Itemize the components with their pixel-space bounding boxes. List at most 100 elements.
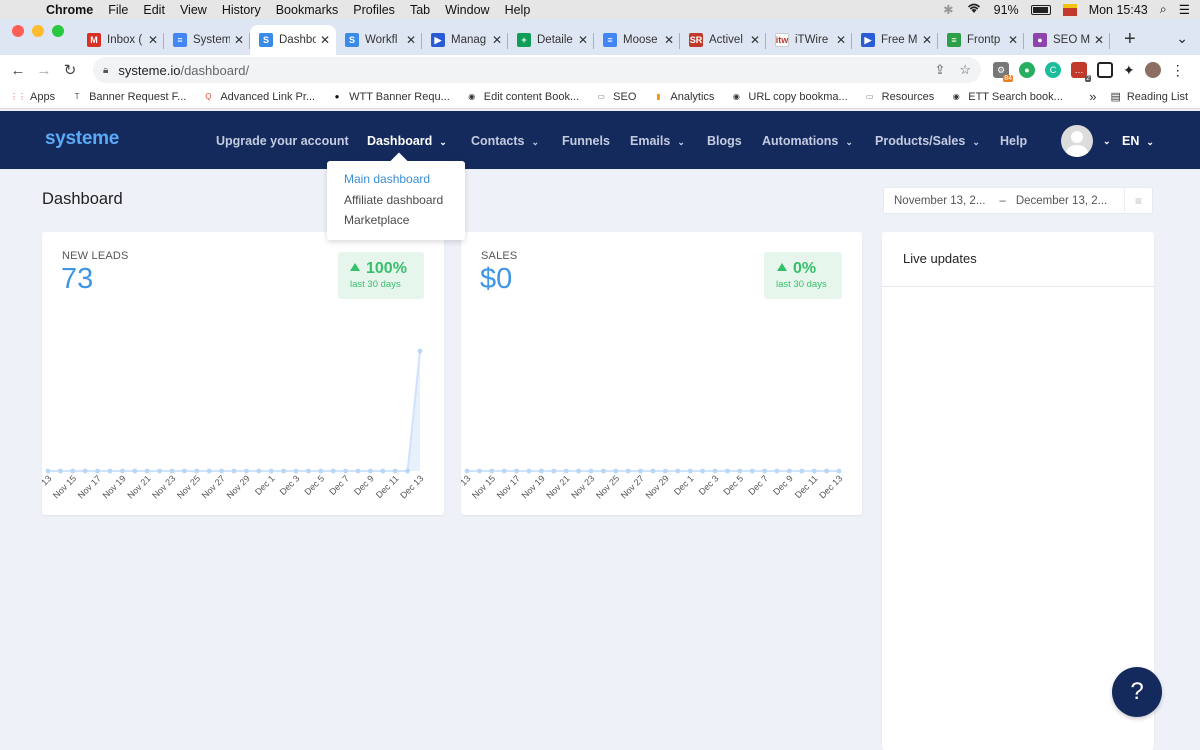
bookmark-item[interactable]: T Banner Request F... bbox=[71, 91, 187, 103]
puzzle-extensions-icon[interactable]: ✦ bbox=[1123, 62, 1135, 79]
extension-square-icon[interactable] bbox=[1097, 62, 1113, 78]
flag-icon[interactable] bbox=[1062, 3, 1077, 16]
tab-close-icon[interactable]: ✕ bbox=[234, 33, 244, 47]
tab-close-icon[interactable]: ✕ bbox=[836, 33, 846, 47]
bookmark-item[interactable]: ⋮⋮ Apps bbox=[10, 91, 55, 103]
folder-icon: ▭ bbox=[865, 92, 874, 101]
bookmark-star-icon[interactable]: ☆ bbox=[959, 62, 971, 78]
bookmark-item[interactable]: ▭ Resources bbox=[864, 91, 934, 103]
tab-close-icon[interactable]: ✕ bbox=[406, 33, 416, 47]
tab-7[interactable]: SR Activel ✕ bbox=[680, 25, 766, 55]
menu-help[interactable]: Help bbox=[505, 3, 531, 17]
search-icon[interactable]: ⌕ bbox=[1160, 2, 1167, 17]
tab-close-icon[interactable]: ✕ bbox=[492, 33, 502, 47]
battery-icon[interactable] bbox=[1030, 4, 1051, 15]
nav-blogs[interactable]: Blogs bbox=[707, 134, 742, 148]
nav-products-sales[interactable]: Products/Sales ⌄ bbox=[875, 134, 980, 148]
nav-contacts[interactable]: Contacts ⌄ bbox=[471, 134, 539, 148]
bookmark-item[interactable]: ◉ ETT Search book... bbox=[950, 91, 1063, 103]
tab-close-icon[interactable]: ✕ bbox=[320, 33, 330, 47]
systeme-logo[interactable]: systeme bbox=[45, 128, 119, 150]
tab-3[interactable]: S Workfl ✕ bbox=[336, 25, 422, 55]
control-center-icon[interactable]: ☰ bbox=[1179, 2, 1190, 17]
bookmark-item[interactable]: ▮ Analytics bbox=[652, 91, 714, 103]
tab-close-icon[interactable]: ✕ bbox=[1008, 33, 1018, 47]
share-icon[interactable]: ⇪ bbox=[934, 62, 945, 78]
more-bookmarks-icon[interactable]: » bbox=[1089, 89, 1096, 104]
avatar-chevron-down-icon[interactable]: ⌄ bbox=[1103, 136, 1111, 147]
tab-8[interactable]: itw iTWire ✕ bbox=[766, 25, 852, 55]
tab-0[interactable]: M Inbox (✕ bbox=[78, 25, 164, 55]
help-button[interactable]: ? bbox=[1112, 667, 1162, 717]
scrollbar[interactable] bbox=[1194, 169, 1200, 750]
tab-close-icon[interactable]: ✕ bbox=[750, 33, 760, 47]
tab-4[interactable]: ▶ Manag ✕ bbox=[422, 25, 508, 55]
nav-dashboard[interactable]: Dashboard ⌄ bbox=[367, 134, 447, 148]
extension-icon[interactable]: ⚙ 84 bbox=[993, 62, 1013, 82]
menu-edit[interactable]: Edit bbox=[143, 3, 165, 17]
menu-bookmarks[interactable]: Bookmarks bbox=[276, 3, 339, 17]
x-tick-label: Dec 11 bbox=[793, 473, 820, 500]
chrome-menu-icon[interactable]: ⋮ bbox=[1171, 62, 1185, 79]
menu-window[interactable]: Window bbox=[445, 3, 489, 17]
tab-favicon-icon: S bbox=[259, 33, 273, 47]
menu-file[interactable]: File bbox=[108, 3, 128, 17]
grammarly-icon[interactable]: ● bbox=[1019, 62, 1035, 78]
menu-item-affiliate-dashboard[interactable]: Affiliate dashboard bbox=[327, 193, 465, 214]
bookmark-item[interactable]: ◉ URL copy bookma... bbox=[730, 91, 848, 103]
date-range-picker[interactable]: November 13, 2... – December 13, 2... ≡ bbox=[883, 187, 1153, 214]
menu-view[interactable]: View bbox=[180, 3, 207, 17]
tab-close-icon[interactable]: ✕ bbox=[578, 33, 588, 47]
bookmark-item[interactable]: ▭ SEO bbox=[595, 91, 636, 103]
tab-9[interactable]: ▶ Free M ✕ bbox=[852, 25, 938, 55]
lock-icon[interactable]: 🔒︎ bbox=[103, 65, 108, 76]
reading-list-button[interactable]: ▤ Reading List bbox=[1110, 90, 1188, 104]
wifi-icon[interactable] bbox=[966, 2, 982, 17]
tab-close-icon[interactable]: ✕ bbox=[664, 33, 674, 47]
tab-close-icon[interactable]: ✕ bbox=[148, 33, 158, 47]
address-bar[interactable]: 🔒︎ systeme.io/dashboard/ ⇪ ☆ bbox=[93, 57, 981, 83]
bookmark-item[interactable]: ◉ Edit content Book... bbox=[466, 91, 579, 103]
menu-chrome[interactable]: Chrome bbox=[46, 3, 93, 17]
tab-11[interactable]: ● SEO M ✕ bbox=[1024, 25, 1110, 55]
menu-profiles[interactable]: Profiles bbox=[353, 3, 395, 17]
tab-1[interactable]: ≡ System ✕ bbox=[164, 25, 250, 55]
zoom-window-button[interactable] bbox=[52, 25, 64, 37]
tab-5[interactable]: + Detaile ✕ bbox=[508, 25, 594, 55]
tab-close-icon[interactable]: ✕ bbox=[922, 33, 932, 47]
nav-funnels[interactable]: Funnels bbox=[562, 134, 610, 148]
menu-item-main-dashboard[interactable]: Main dashboard bbox=[327, 172, 465, 193]
extension-chat-icon[interactable]: … 2 bbox=[1071, 62, 1091, 82]
bluetooth-icon[interactable]: ✱ bbox=[943, 2, 953, 17]
nav-help[interactable]: Help bbox=[1000, 134, 1027, 148]
language-selector[interactable]: EN ⌄ bbox=[1122, 134, 1154, 148]
tab-2[interactable]: S Dashbo ✕ bbox=[250, 25, 336, 55]
new-tab-button[interactable]: + bbox=[1110, 28, 1136, 55]
tab-close-icon[interactable]: ✕ bbox=[1094, 33, 1104, 47]
minimize-window-button[interactable] bbox=[32, 25, 44, 37]
bookmark-item[interactable]: Q Advanced Link Pr... bbox=[202, 91, 315, 103]
menu-item-marketplace[interactable]: Marketplace bbox=[327, 213, 465, 234]
date-to[interactable]: December 13, 2... bbox=[1016, 195, 1107, 207]
close-window-button[interactable] bbox=[12, 25, 24, 37]
filter-icon[interactable]: ≡ bbox=[1124, 187, 1152, 214]
back-arrow-icon[interactable]: ← bbox=[5, 62, 31, 79]
clock[interactable]: Mon 15:43 bbox=[1089, 3, 1148, 17]
extension-c-icon[interactable]: C bbox=[1045, 62, 1061, 78]
profile-avatar[interactable] bbox=[1144, 62, 1161, 78]
data-point bbox=[58, 468, 63, 474]
forward-arrow-icon[interactable]: → bbox=[31, 62, 57, 79]
nav-upgrade-your-account[interactable]: Upgrade your account bbox=[216, 134, 349, 148]
tab-search-icon[interactable]: ⌄ bbox=[1176, 30, 1200, 55]
date-from[interactable]: November 13, 2... bbox=[894, 195, 985, 207]
nav-emails[interactable]: Emails ⌄ bbox=[630, 134, 685, 148]
menu-tab[interactable]: Tab bbox=[410, 3, 430, 17]
globe-icon: ◉ bbox=[468, 92, 476, 101]
tab-6[interactable]: ≡ Moose ✕ bbox=[594, 25, 680, 55]
reload-icon[interactable]: ↻ bbox=[57, 61, 83, 79]
tab-10[interactable]: ≡ Frontp ✕ bbox=[938, 25, 1024, 55]
nav-automations[interactable]: Automations ⌄ bbox=[762, 134, 853, 148]
menu-history[interactable]: History bbox=[222, 3, 261, 17]
bookmark-item[interactable]: ● WTT Banner Requ... bbox=[331, 91, 450, 103]
user-avatar[interactable] bbox=[1061, 125, 1093, 157]
